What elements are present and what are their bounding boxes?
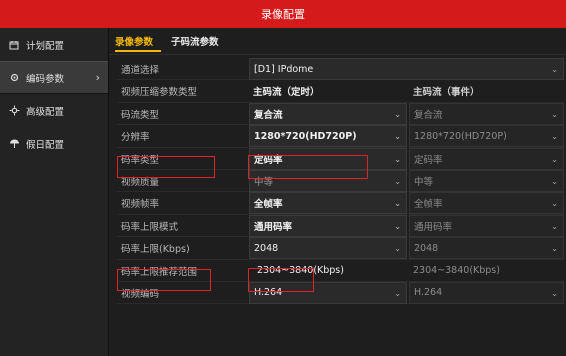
bitrate-type-select-scheduled[interactable]: 定码率 ⌄	[249, 147, 407, 170]
select-value: 复合流	[414, 109, 443, 121]
tab-record-params[interactable]: 录像参数	[115, 34, 153, 48]
umbrella-icon	[8, 138, 20, 150]
chevron-down-icon: ⌄	[394, 132, 401, 142]
select-value: H.264	[414, 287, 443, 299]
bitrate-cap-mode-select-event[interactable]: 通用码率 ⌄	[409, 214, 564, 237]
bitrate-type-label: 码率类型	[121, 154, 160, 166]
stream-type-select-scheduled[interactable]: 复合流 ⌄	[249, 102, 407, 125]
select-value: 中等	[414, 176, 434, 188]
select-value: 通用码率	[414, 221, 453, 233]
select-value: 2048	[254, 242, 279, 254]
select-value: 1280*720(HD720P)	[254, 130, 357, 142]
form-row-channel: 通道选择 [D1] IPdome ⌄	[117, 58, 564, 81]
window-title: 录像配置	[261, 8, 305, 21]
chevron-down-icon: ⌄	[394, 176, 401, 186]
sidebar-item-label: 编码参数	[26, 73, 65, 85]
select-value: 定码率	[414, 154, 443, 166]
form-row-resolution: 分辨率 1280*720(HD720P) ⌄ 1280*720(HD720P) ⌄	[117, 125, 564, 148]
bitrate-cap-mode-label: 码率上限模式	[121, 221, 179, 233]
select-value: 定码率	[254, 154, 283, 166]
select-value: 1280*720(HD720P)	[414, 130, 507, 142]
video-codec-label: 视频编码	[121, 288, 160, 300]
calendar-icon	[8, 39, 20, 51]
settings-icon	[8, 105, 20, 117]
chevron-down-icon: ⌄	[551, 154, 558, 164]
form-row-recommended-range: 码率上限推荐范围 2304~3840(Kbps) 2304~3840(Kbps)	[117, 260, 564, 282]
channel-label: 通道选择	[121, 65, 160, 76]
stream-type-label: 码流类型	[121, 109, 160, 121]
frame-rate-select-scheduled[interactable]: 全帧率 ⌄	[249, 192, 407, 215]
chevron-down-icon: ⌄	[551, 221, 558, 231]
form-row-header: 视频压缩参数类型 主码流（定时） 主码流（事件）	[117, 80, 564, 103]
form-row-bitrate-cap-mode: 码率上限模式 通用码率 ⌄ 通用码率 ⌄	[117, 214, 564, 238]
video-quality-select-event[interactable]: 中等 ⌄	[409, 169, 564, 192]
stream-type-select-event[interactable]: 复合流 ⌄	[409, 102, 564, 125]
chevron-down-icon: ⌄	[551, 244, 558, 254]
select-value: 中等	[254, 176, 274, 188]
select-value: 全帧率	[414, 199, 443, 211]
select-value: 全帧率	[254, 199, 283, 211]
tab-substream-params[interactable]: 子码流参数	[171, 34, 219, 48]
sidebar: 计划配置 编码参数 › 高级配置 假日配置	[0, 28, 109, 356]
sidebar-item-advanced[interactable]: 高级配置	[0, 94, 108, 127]
form-row-bitrate-type: 码率类型 定码率 ⌄ 定码率 ⌄	[117, 147, 564, 170]
chevron-down-icon: ⌄	[551, 176, 558, 186]
video-codec-select-event[interactable]: H.264 ⌄	[409, 281, 564, 304]
column-header-scheduled: 主码流（定时）	[253, 87, 320, 99]
resolution-select-scheduled[interactable]: 1280*720(HD720P) ⌄	[249, 125, 407, 148]
tab-bar: 录像参数 子码流参数	[109, 28, 566, 55]
bitrate-cap-mode-select-scheduled[interactable]: 通用码率 ⌄	[249, 214, 407, 237]
sidebar-item-label: 高级配置	[26, 106, 65, 118]
compression-type-label: 视频压缩参数类型	[121, 87, 198, 99]
bitrate-type-select-event[interactable]: 定码率 ⌄	[409, 147, 564, 170]
chevron-down-icon: ⌄	[394, 221, 401, 231]
resolution-select-event[interactable]: 1280*720(HD720P) ⌄	[409, 125, 564, 148]
chevron-down-icon: ⌄	[394, 244, 401, 254]
video-codec-select-scheduled[interactable]: H.264 ⌄	[249, 281, 407, 304]
encoding-form: 通道选择 [D1] IPdome ⌄ 视频压缩参数类型 主码流（定时） 主码流（…	[117, 58, 564, 305]
resolution-label: 分辨率	[121, 132, 150, 144]
bitrate-cap-select-scheduled[interactable]: 2048 ⌄	[249, 237, 407, 260]
chevron-down-icon: ⌄	[394, 288, 401, 298]
chevron-down-icon: ⌄	[551, 199, 558, 209]
tab-active-indicator	[115, 50, 161, 52]
bitrate-cap-select-event[interactable]: 2048 ⌄	[409, 237, 564, 260]
chevron-down-icon: ⌄	[551, 132, 558, 142]
sidebar-item-holiday[interactable]: 假日配置	[0, 127, 108, 160]
recommended-range-event: 2304~3840(Kbps)	[413, 265, 500, 277]
sidebar-item-label: 假日配置	[26, 139, 65, 151]
form-row-video-quality: 视频质量 中等 ⌄ 中等 ⌄	[117, 169, 564, 193]
chevron-down-icon: ⌄	[551, 65, 558, 74]
window-title-bar: 录像配置	[0, 0, 566, 28]
column-header-event: 主码流（事件）	[413, 87, 480, 99]
form-row-bitrate-cap: 码率上限(Kbps) 2048 ⌄ 2048 ⌄	[117, 237, 564, 260]
frame-rate-select-event[interactable]: 全帧率 ⌄	[409, 192, 564, 215]
form-row-stream-type: 码流类型 复合流 ⌄ 复合流 ⌄	[117, 102, 564, 126]
recommended-range-scheduled: 2304~3840(Kbps)	[257, 265, 344, 277]
video-quality-label: 视频质量	[121, 176, 160, 188]
sidebar-item-schedule[interactable]: 计划配置	[0, 28, 108, 61]
select-value: 2048	[414, 242, 439, 254]
channel-select[interactable]: [D1] IPdome ⌄	[249, 58, 564, 80]
chevron-down-icon: ⌄	[394, 109, 401, 119]
gear-icon	[8, 72, 20, 84]
channel-select-value: [D1] IPdome	[254, 63, 314, 75]
chevron-down-icon: ⌄	[394, 199, 401, 209]
bitrate-cap-label: 码率上限(Kbps)	[121, 244, 190, 256]
video-quality-select-scheduled[interactable]: 中等 ⌄	[249, 169, 407, 192]
chevron-down-icon: ⌄	[394, 154, 401, 164]
select-value: 复合流	[254, 109, 283, 121]
form-row-frame-rate: 视频帧率 全帧率 ⌄ 全帧率 ⌄	[117, 192, 564, 215]
chevron-right-icon: ›	[95, 71, 100, 84]
chevron-down-icon: ⌄	[551, 288, 558, 298]
sidebar-item-encoding[interactable]: 编码参数 ›	[0, 61, 108, 94]
select-value: H.264	[254, 287, 283, 299]
frame-rate-label: 视频帧率	[121, 199, 160, 211]
sidebar-item-label: 计划配置	[26, 40, 65, 52]
form-row-video-codec: 视频编码 H.264 ⌄ H.264 ⌄	[117, 281, 564, 305]
recommended-range-label: 码率上限推荐范围	[121, 266, 198, 278]
chevron-down-icon: ⌄	[551, 109, 558, 119]
select-value: 通用码率	[254, 221, 293, 233]
main-content: 录像参数 子码流参数 通道选择 [D1] IPdome ⌄ 视频压缩参数类型 主…	[109, 28, 566, 356]
